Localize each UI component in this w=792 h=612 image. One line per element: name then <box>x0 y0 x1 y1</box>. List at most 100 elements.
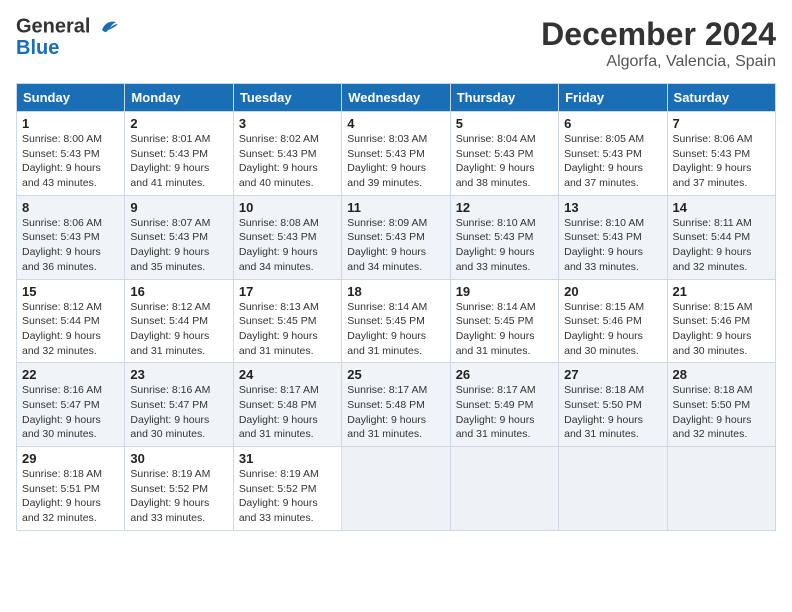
table-row: 14 Sunrise: 8:11 AM Sunset: 5:44 PM Dayl… <box>667 195 775 279</box>
sunrise-label: Sunrise: 8:00 AM <box>22 133 102 145</box>
daylight-label: Daylight: 9 hours and 32 minutes. <box>673 246 752 273</box>
sunrise-label: Sunrise: 8:18 AM <box>673 384 753 396</box>
day-number: 6 <box>564 116 661 131</box>
calendar-table: Sunday Monday Tuesday Wednesday Thursday… <box>16 83 776 531</box>
sunrise-label: Sunrise: 8:05 AM <box>564 133 644 145</box>
table-row: 9 Sunrise: 8:07 AM Sunset: 5:43 PM Dayli… <box>125 195 233 279</box>
day-number: 14 <box>673 200 770 215</box>
daylight-label: Daylight: 9 hours and 37 minutes. <box>564 162 643 189</box>
sunset-label: Sunset: 5:43 PM <box>239 148 317 160</box>
sunrise-label: Sunrise: 8:06 AM <box>22 217 102 229</box>
sunset-label: Sunset: 5:52 PM <box>239 483 317 495</box>
table-row: 4 Sunrise: 8:03 AM Sunset: 5:43 PM Dayli… <box>342 112 450 196</box>
table-row: 2 Sunrise: 8:01 AM Sunset: 5:43 PM Dayli… <box>125 112 233 196</box>
table-row: 18 Sunrise: 8:14 AM Sunset: 5:45 PM Dayl… <box>342 279 450 363</box>
table-row: 17 Sunrise: 8:13 AM Sunset: 5:45 PM Dayl… <box>233 279 341 363</box>
day-number: 5 <box>456 116 553 131</box>
sunset-label: Sunset: 5:43 PM <box>456 231 534 243</box>
sunrise-label: Sunrise: 8:03 AM <box>347 133 427 145</box>
sunrise-label: Sunrise: 8:19 AM <box>239 468 319 480</box>
sunset-label: Sunset: 5:47 PM <box>130 399 208 411</box>
sunset-label: Sunset: 5:46 PM <box>673 315 751 327</box>
sunrise-label: Sunrise: 8:06 AM <box>673 133 753 145</box>
sunset-label: Sunset: 5:50 PM <box>673 399 751 411</box>
table-row: 30 Sunrise: 8:19 AM Sunset: 5:52 PM Dayl… <box>125 447 233 531</box>
sunrise-label: Sunrise: 8:11 AM <box>673 217 752 229</box>
daylight-label: Daylight: 9 hours and 32 minutes. <box>22 330 101 357</box>
sunset-label: Sunset: 5:48 PM <box>239 399 317 411</box>
day-number: 17 <box>239 284 336 299</box>
sunrise-label: Sunrise: 8:07 AM <box>130 217 210 229</box>
table-row: 23 Sunrise: 8:16 AM Sunset: 5:47 PM Dayl… <box>125 363 233 447</box>
table-row <box>559 447 667 531</box>
day-number: 25 <box>347 367 444 382</box>
daylight-label: Daylight: 9 hours and 31 minutes. <box>456 330 535 357</box>
title-block: December 2024 Algorfa, Valencia, Spain <box>541 16 776 71</box>
sunrise-label: Sunrise: 8:15 AM <box>673 301 753 313</box>
day-number: 10 <box>239 200 336 215</box>
table-row: 28 Sunrise: 8:18 AM Sunset: 5:50 PM Dayl… <box>667 363 775 447</box>
daylight-label: Daylight: 9 hours and 30 minutes. <box>673 330 752 357</box>
day-number: 9 <box>130 200 227 215</box>
table-row: 6 Sunrise: 8:05 AM Sunset: 5:43 PM Dayli… <box>559 112 667 196</box>
sunrise-label: Sunrise: 8:17 AM <box>347 384 427 396</box>
sunrise-label: Sunrise: 8:14 AM <box>347 301 427 313</box>
sunrise-label: Sunrise: 8:17 AM <box>239 384 319 396</box>
daylight-label: Daylight: 9 hours and 41 minutes. <box>130 162 209 189</box>
daylight-label: Daylight: 9 hours and 31 minutes. <box>456 414 535 441</box>
calendar-header-row: Sunday Monday Tuesday Wednesday Thursday… <box>17 84 776 112</box>
table-row: 12 Sunrise: 8:10 AM Sunset: 5:43 PM Dayl… <box>450 195 558 279</box>
sunset-label: Sunset: 5:43 PM <box>564 148 642 160</box>
sunrise-label: Sunrise: 8:14 AM <box>456 301 536 313</box>
table-row: 3 Sunrise: 8:02 AM Sunset: 5:43 PM Dayli… <box>233 112 341 196</box>
daylight-label: Daylight: 9 hours and 31 minutes. <box>347 330 426 357</box>
day-number: 19 <box>456 284 553 299</box>
sunrise-label: Sunrise: 8:13 AM <box>239 301 319 313</box>
table-row: 16 Sunrise: 8:12 AM Sunset: 5:44 PM Dayl… <box>125 279 233 363</box>
col-monday: Monday <box>125 84 233 112</box>
daylight-label: Daylight: 9 hours and 31 minutes. <box>239 330 318 357</box>
daylight-label: Daylight: 9 hours and 36 minutes. <box>22 246 101 273</box>
table-row: 8 Sunrise: 8:06 AM Sunset: 5:43 PM Dayli… <box>17 195 125 279</box>
day-number: 26 <box>456 367 553 382</box>
table-row <box>342 447 450 531</box>
day-number: 27 <box>564 367 661 382</box>
daylight-label: Daylight: 9 hours and 30 minutes. <box>564 330 643 357</box>
sunset-label: Sunset: 5:43 PM <box>347 231 425 243</box>
sunrise-label: Sunrise: 8:15 AM <box>564 301 644 313</box>
col-sunday: Sunday <box>17 84 125 112</box>
daylight-label: Daylight: 9 hours and 37 minutes. <box>673 162 752 189</box>
daylight-label: Daylight: 9 hours and 34 minutes. <box>347 246 426 273</box>
sunset-label: Sunset: 5:45 PM <box>456 315 534 327</box>
sunrise-label: Sunrise: 8:12 AM <box>130 301 210 313</box>
sunset-label: Sunset: 5:50 PM <box>564 399 642 411</box>
sunrise-label: Sunrise: 8:04 AM <box>456 133 536 145</box>
table-row: 27 Sunrise: 8:18 AM Sunset: 5:50 PM Dayl… <box>559 363 667 447</box>
calendar-week-row: 22 Sunrise: 8:16 AM Sunset: 5:47 PM Dayl… <box>17 363 776 447</box>
daylight-label: Daylight: 9 hours and 33 minutes. <box>130 497 209 524</box>
sunrise-label: Sunrise: 8:01 AM <box>130 133 210 145</box>
table-row: 21 Sunrise: 8:15 AM Sunset: 5:46 PM Dayl… <box>667 279 775 363</box>
sunset-label: Sunset: 5:46 PM <box>564 315 642 327</box>
day-number: 28 <box>673 367 770 382</box>
day-number: 12 <box>456 200 553 215</box>
table-row: 22 Sunrise: 8:16 AM Sunset: 5:47 PM Dayl… <box>17 363 125 447</box>
table-row: 31 Sunrise: 8:19 AM Sunset: 5:52 PM Dayl… <box>233 447 341 531</box>
sunset-label: Sunset: 5:44 PM <box>130 315 208 327</box>
sunset-label: Sunset: 5:51 PM <box>22 483 100 495</box>
sunrise-label: Sunrise: 8:19 AM <box>130 468 210 480</box>
logo-text-blue: Blue <box>16 38 120 58</box>
daylight-label: Daylight: 9 hours and 31 minutes. <box>239 414 318 441</box>
sunrise-label: Sunrise: 8:10 AM <box>456 217 536 229</box>
sunrise-label: Sunrise: 8:18 AM <box>564 384 644 396</box>
day-number: 13 <box>564 200 661 215</box>
table-row <box>450 447 558 531</box>
table-row: 26 Sunrise: 8:17 AM Sunset: 5:49 PM Dayl… <box>450 363 558 447</box>
logo-text-general: General <box>16 15 90 37</box>
daylight-label: Daylight: 9 hours and 30 minutes. <box>22 414 101 441</box>
logo: General Blue <box>16 16 120 58</box>
calendar-week-row: 8 Sunrise: 8:06 AM Sunset: 5:43 PM Dayli… <box>17 195 776 279</box>
daylight-label: Daylight: 9 hours and 32 minutes. <box>22 497 101 524</box>
day-number: 21 <box>673 284 770 299</box>
sunset-label: Sunset: 5:43 PM <box>239 231 317 243</box>
